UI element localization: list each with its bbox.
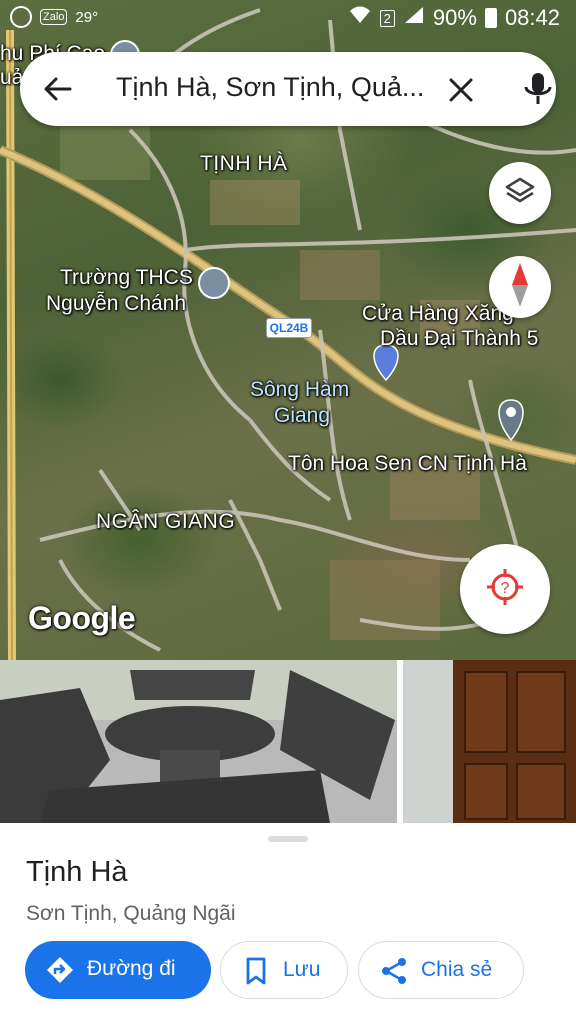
- share-button[interactable]: Chia sẻ: [358, 941, 524, 999]
- photo-wooden-door: [403, 660, 576, 823]
- search-bar[interactable]: Tịnh Hà, Sơn Tịnh, Quả...: [20, 52, 556, 126]
- battery-percent: 90%: [432, 5, 477, 30]
- directions-label: Đường đi: [87, 957, 176, 980]
- map-label-river: Giang: [274, 404, 331, 427]
- signal-icon: [403, 5, 425, 31]
- sim-slot-badge: 2: [379, 9, 395, 27]
- bookmark-icon: [241, 956, 271, 986]
- status-bar: Zalo 29° 2 90% 08:42: [0, 0, 576, 38]
- whatsapp-icon: [10, 6, 32, 28]
- compass-icon: [510, 262, 530, 312]
- temperature: 29°: [75, 8, 99, 26]
- status-right: 2 90% 08:42: [348, 5, 560, 31]
- map-label-tinh-ha[interactable]: TỊNH HÀ: [200, 152, 288, 176]
- place-photo[interactable]: [0, 660, 397, 823]
- road-shield: QL24B: [266, 318, 312, 338]
- compass-button[interactable]: [489, 256, 551, 318]
- status-left: Zalo 29°: [10, 6, 98, 28]
- map-label-school[interactable]: Trường THCS: [60, 266, 193, 290]
- wifi-icon: [348, 5, 372, 31]
- drag-handle[interactable]: [268, 836, 308, 842]
- directions-icon: [45, 955, 75, 985]
- layers-icon: [505, 176, 535, 211]
- share-label: Chia sẻ: [421, 958, 493, 981]
- search-input[interactable]: Tịnh Hà, Sơn Tịnh, Quả...: [116, 72, 428, 106]
- place-region: Sơn Tịnh, Quảng Ngãi: [26, 902, 236, 925]
- save-button[interactable]: Lưu: [220, 941, 348, 999]
- map-label-river: Sông Hàm: [250, 378, 350, 401]
- photo-strip[interactable]: [0, 660, 576, 823]
- google-logo: Google: [28, 600, 136, 636]
- back-arrow-icon[interactable]: [42, 73, 74, 105]
- svg-text:?: ?: [501, 580, 510, 597]
- map-label-ton-hoa-sen[interactable]: Tôn Hoa Sen CN Tịnh Hà: [288, 452, 527, 476]
- location-target-icon: ?: [485, 567, 525, 612]
- battery-icon: [484, 8, 497, 28]
- map-label-gas-station[interactable]: Cửa Hàng Xăng: [362, 302, 514, 326]
- map-label-ngan-giang[interactable]: NGÂN GIANG: [96, 510, 235, 534]
- map-label-gas-station[interactable]: Dầu Đại Thành 5: [380, 327, 538, 351]
- microphone-icon[interactable]: [520, 70, 556, 108]
- directions-button[interactable]: Đường đi: [25, 941, 211, 999]
- map-label-school[interactable]: Nguyễn Chánh: [46, 292, 186, 316]
- layers-button[interactable]: [489, 162, 551, 224]
- clock: 08:42: [504, 5, 560, 30]
- place-title: Tịnh Hà: [26, 856, 128, 888]
- zalo-icon: Zalo: [40, 9, 68, 25]
- place-photo[interactable]: [403, 660, 576, 823]
- map-view[interactable]: Zalo 29° 2 90% 08:42 hu Phí Cao uả TỊNH …: [0, 0, 576, 660]
- save-label: Lưu: [283, 958, 321, 981]
- share-icon: [379, 956, 409, 986]
- place-sheet[interactable]: Tịnh Hà Sơn Tịnh, Quảng Ngãi Đường đi Lư…: [0, 823, 576, 1024]
- close-icon[interactable]: [446, 75, 476, 105]
- photo-stone-table: [0, 660, 397, 823]
- my-location-button[interactable]: ?: [460, 544, 550, 634]
